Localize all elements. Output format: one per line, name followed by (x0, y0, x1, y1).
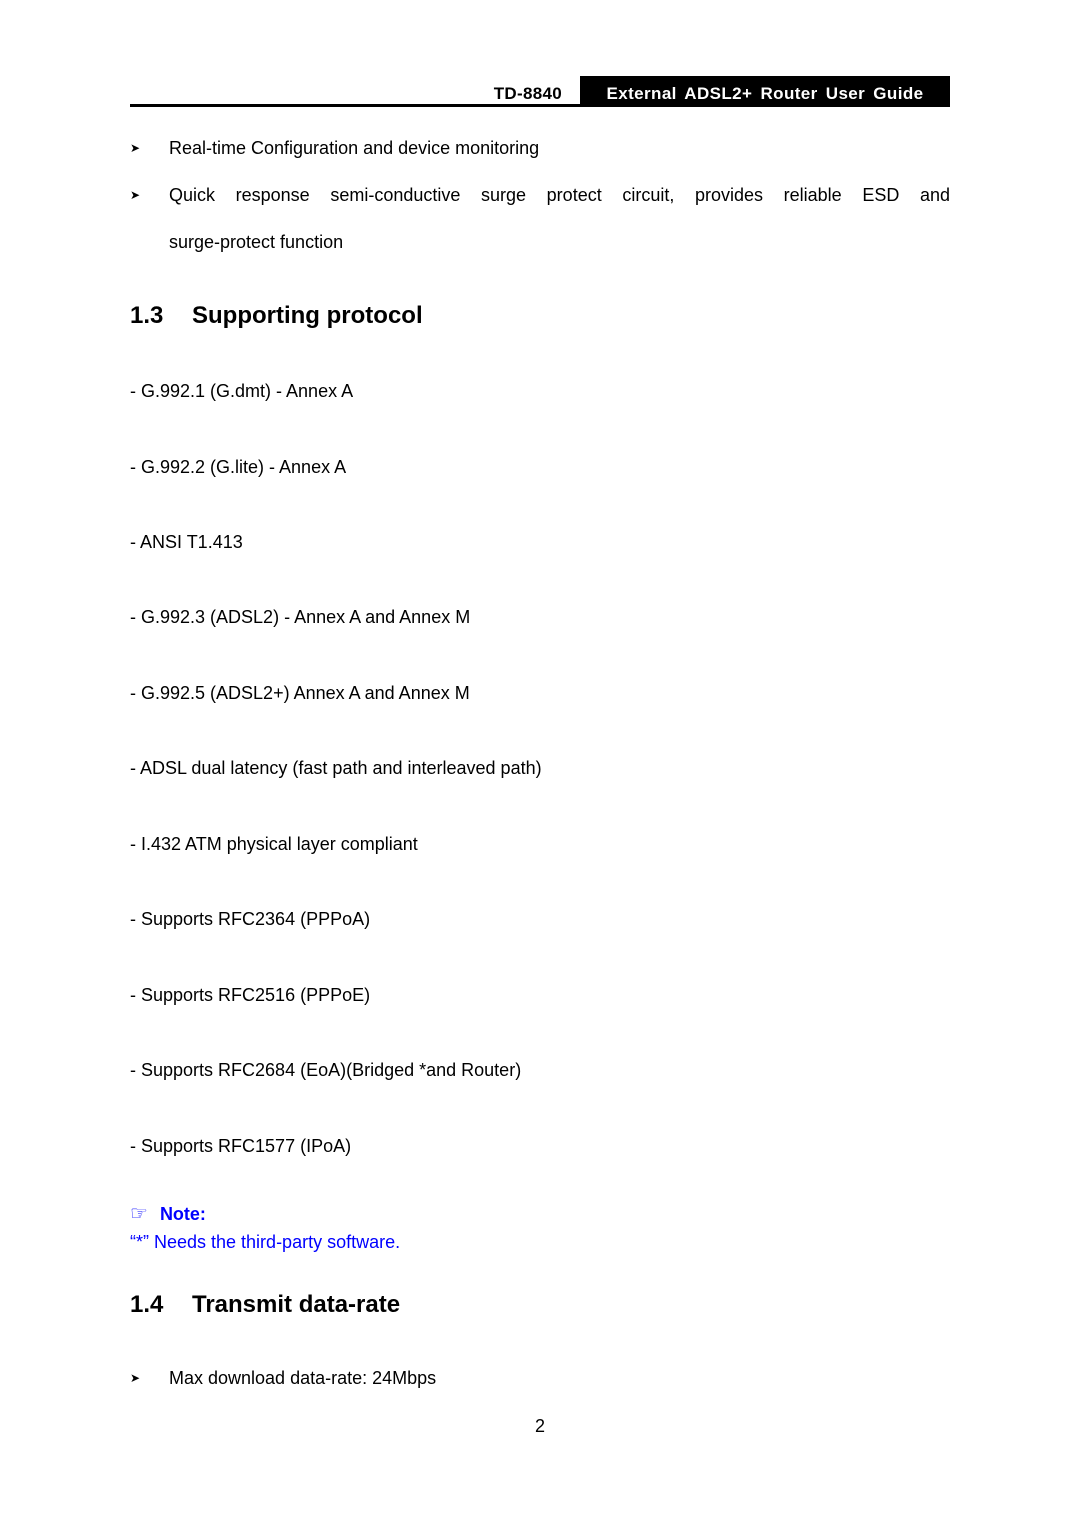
note-title: Note: (159, 1204, 206, 1224)
section-heading: 1.4 Transmit data-rate (130, 1291, 400, 1319)
protocol-item: - I.432 ATM physical layer compliant (130, 834, 418, 854)
section-title: Supporting protocol (192, 302, 423, 329)
arrow-bullet-icon: ➤ (130, 188, 141, 202)
header-rule (130, 104, 950, 107)
protocol-item: - Supports RFC1577 (IPoA) (130, 1136, 352, 1156)
page-number: 2 (534, 1416, 545, 1436)
bullet-text: Max download data-rate: 24Mbps (169, 1368, 437, 1388)
protocol-item: - Supports RFC2684 (EoA)(Bridged *and Ro… (130, 1060, 522, 1080)
page-header: TD-8840 External ADSL2+ Router User Guid… (130, 76, 950, 108)
protocol-item: - G.992.1 (G.dmt) - Annex A (130, 381, 354, 401)
bullet-text: surge-protect function (169, 232, 344, 252)
bullet-text: Real-time Configuration and device monit… (169, 138, 540, 158)
protocol-item: - Supports RFC2516 (PPPoE) (130, 985, 371, 1005)
protocol-item: - G.992.2 (G.lite) - Annex A (130, 457, 347, 477)
section-number: 1.3 (130, 302, 164, 329)
protocol-item: - Supports RFC2364 (PPPoA) (130, 909, 371, 929)
arrow-bullet-icon: ➤ (130, 141, 141, 155)
pointing-hand-icon: ☞ (130, 1203, 148, 1225)
protocol-item: - G.992.3 (ADSL2) - Annex A and Annex M (130, 607, 471, 627)
protocol-item: - ADSL dual latency (fast path and inter… (130, 758, 542, 778)
bullet-text: Quick response semi-conductive surge pro… (169, 185, 950, 205)
note-label: ☞ Note: (130, 1201, 206, 1226)
protocol-item: - ANSI T1.413 (130, 532, 243, 552)
section-number: 1.4 (130, 1291, 164, 1318)
section-title: Transmit data-rate (192, 1291, 401, 1318)
arrow-bullet-icon: ➤ (130, 1371, 141, 1385)
note-text: “*” Needs the third-party software. (130, 1232, 401, 1252)
section-heading: 1.3 Supporting protocol (130, 302, 423, 330)
protocol-item: - G.992.5 (ADSL2+) Annex A and Annex M (130, 683, 470, 703)
guide-title: External ADSL2+ Router User Guide (580, 76, 950, 107)
model-name: TD-8840 (493, 84, 562, 103)
